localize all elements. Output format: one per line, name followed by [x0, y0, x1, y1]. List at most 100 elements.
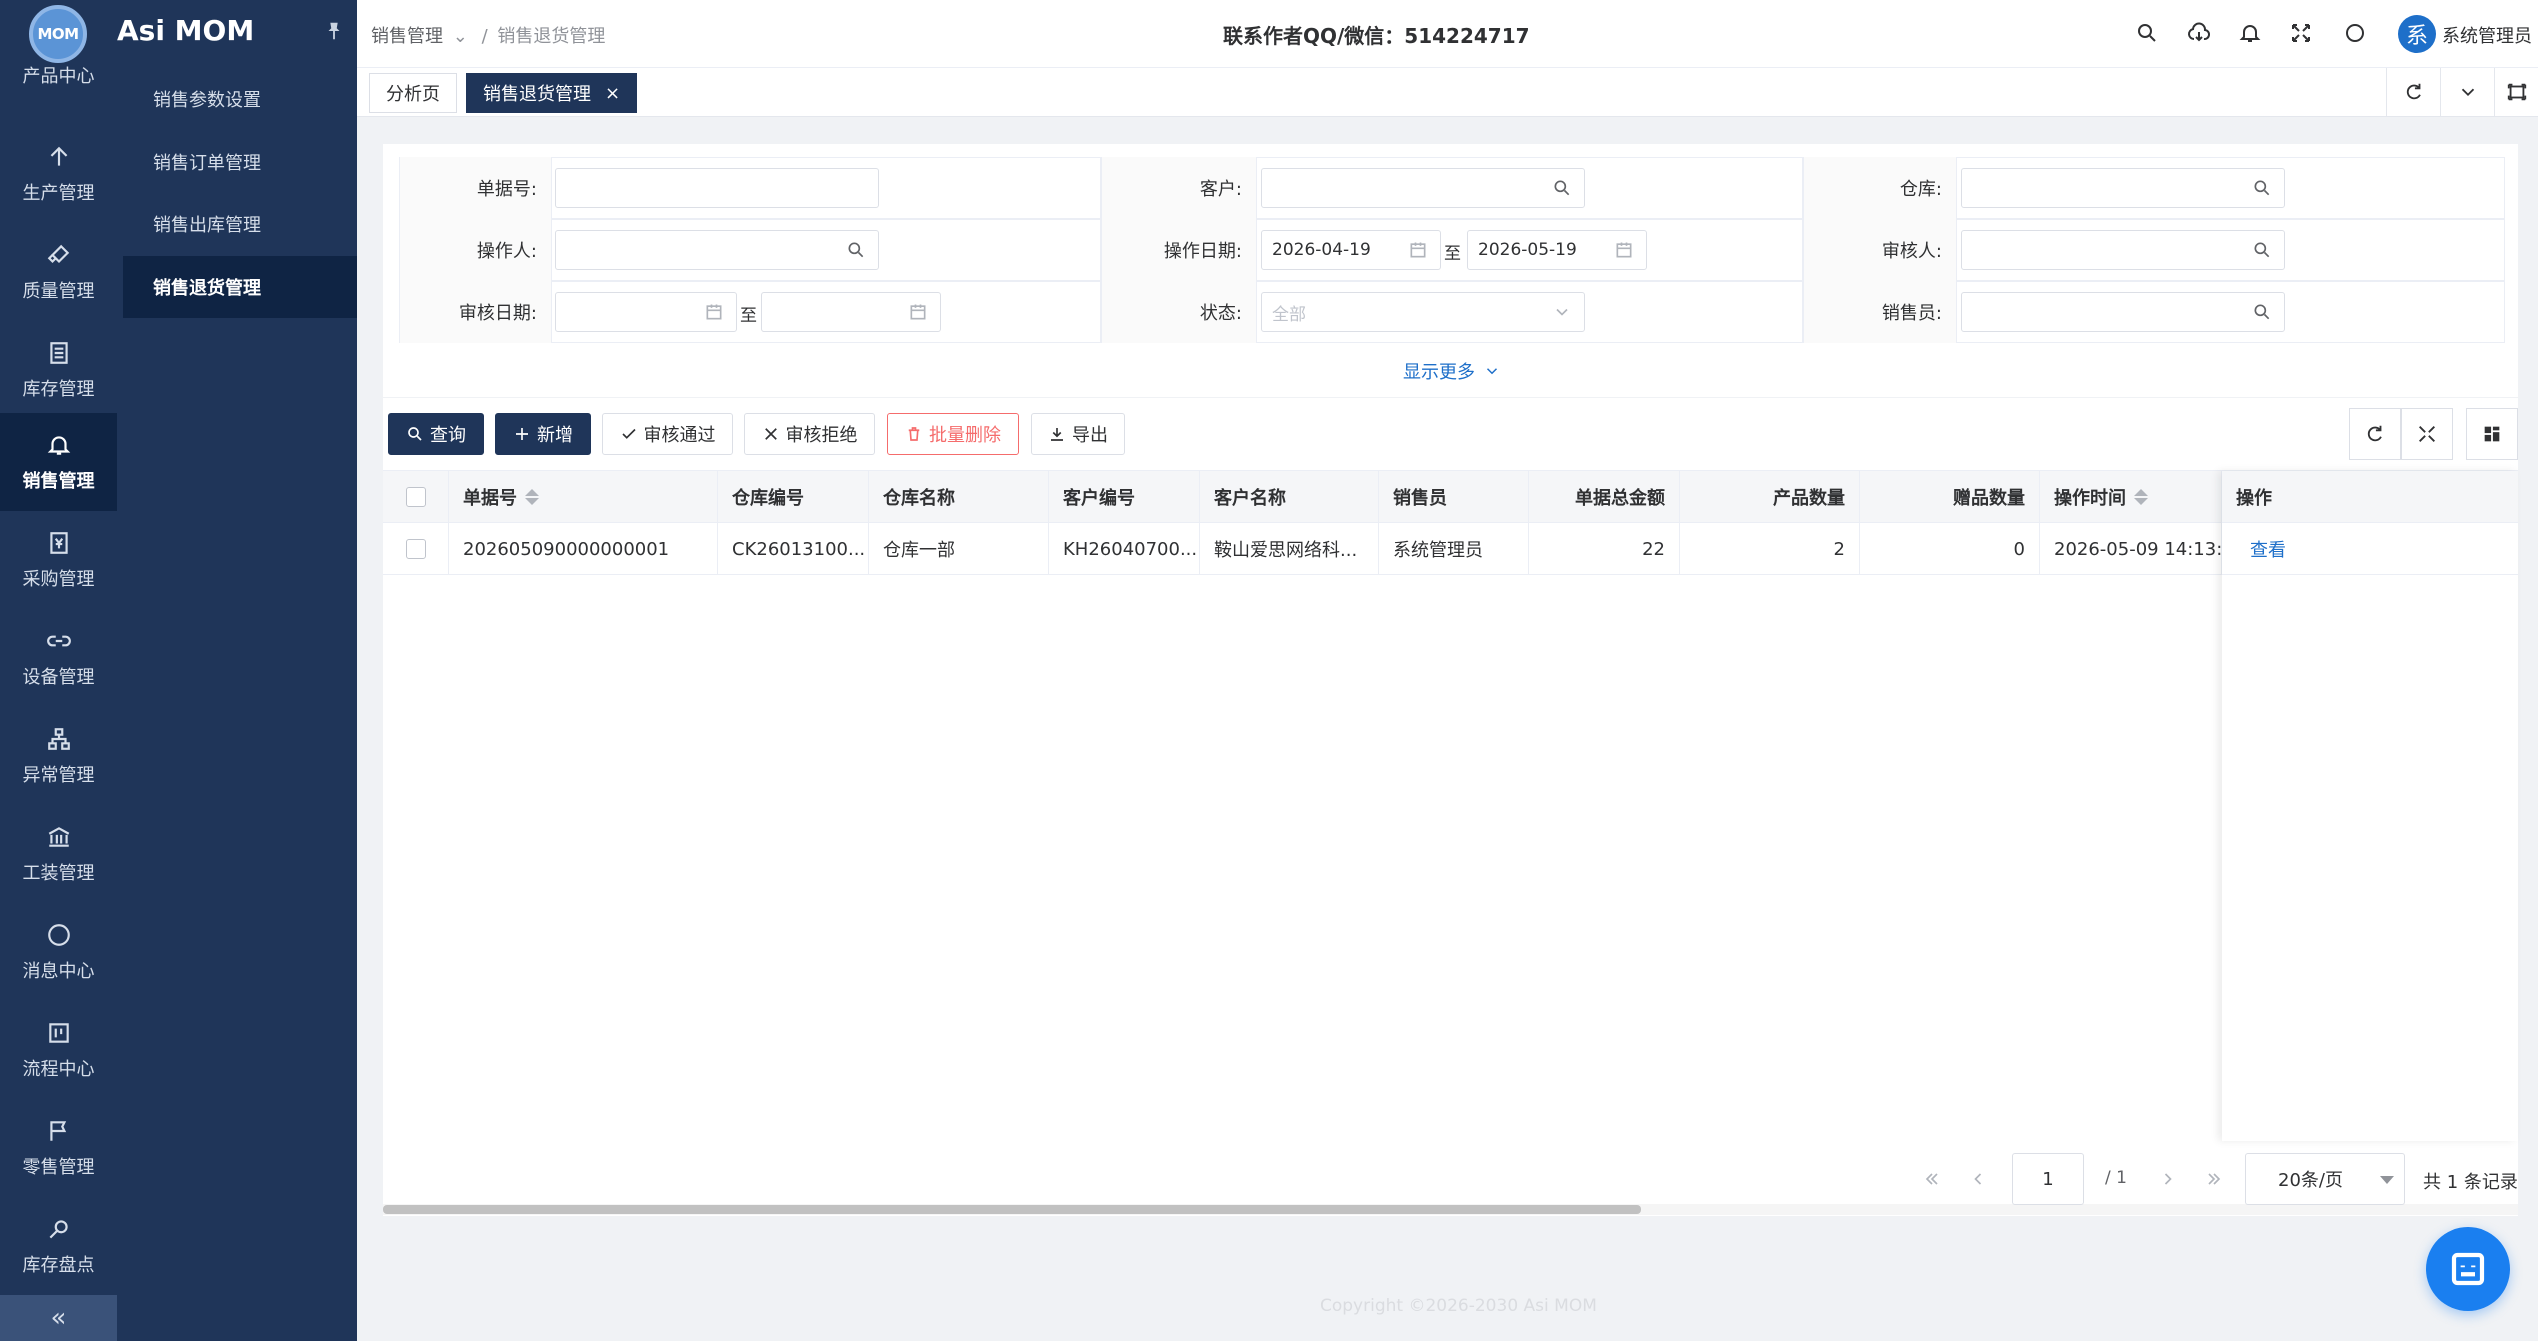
op-date-start-input[interactable]: 2026-04-19 [1261, 230, 1441, 270]
row-checkbox[interactable] [405, 539, 426, 559]
warehouse-input[interactable] [1961, 168, 2285, 208]
reviewer-input[interactable] [1961, 230, 2285, 270]
review-date-end-input[interactable] [761, 292, 941, 332]
tab-sales-returns[interactable]: 销售退货管理 × [466, 73, 638, 113]
search-icon[interactable] [1552, 178, 1572, 198]
range-separator: 至 [740, 306, 757, 326]
form-cell-reviewer: 审核人: [1803, 219, 2505, 281]
col-header-customer-name: 客户名称 [1200, 471, 1379, 523]
rail-item-equipment[interactable]: 设备管理 [0, 609, 117, 707]
calendar-icon [908, 302, 928, 322]
rail-item-purchase[interactable]: 采购管理 [0, 511, 117, 609]
theme-icon[interactable] [2341, 19, 2369, 47]
col-header-warehouse-name: 仓库名称 [869, 471, 1049, 523]
sort-icon[interactable] [525, 489, 539, 505]
app-title-wrap: Asi MOM [117, 14, 357, 54]
page-size-value: 20条/页 [2278, 1170, 2343, 1191]
username[interactable]: 系统管理员 [2442, 22, 2532, 48]
export-button[interactable]: 导出 [1031, 413, 1125, 455]
submenu-item-sales-outbound[interactable]: 销售出库管理 [123, 193, 357, 255]
reviewer-label: 审核人: [1804, 219, 1957, 281]
rail-item-messages[interactable]: 消息中心 [0, 903, 117, 1001]
assistant-bot-button[interactable] [2426, 1227, 2510, 1311]
col-header-doc-no[interactable]: 单据号 [449, 471, 718, 523]
query-button[interactable]: 查询 [388, 413, 484, 455]
rail-item-exception[interactable]: 异常管理 [0, 707, 117, 805]
rail-item-workflow[interactable]: 流程中心 [0, 1001, 117, 1099]
collapse-sidebar-button[interactable]: « [0, 1295, 117, 1341]
cell-salesman: 系统管理员 [1379, 523, 1529, 575]
page-number-input[interactable]: 1 [2012, 1153, 2084, 1205]
first-page-icon[interactable] [1917, 1153, 1947, 1205]
tab-analysis[interactable]: 分析页 [369, 73, 457, 113]
tab-label: 销售退货管理 [483, 84, 591, 105]
batch-delete-button[interactable]: 批量删除 [887, 413, 1019, 455]
fixed-action-column: 操作 查看 [2222, 471, 2518, 1141]
operator-input[interactable] [555, 230, 879, 270]
search-icon[interactable] [2252, 178, 2272, 198]
col-header-salesman: 销售员 [1379, 471, 1529, 523]
show-more-toggle[interactable]: 显示更多 [1403, 358, 1501, 384]
search-icon[interactable] [2133, 19, 2161, 47]
last-page-icon[interactable] [2199, 1153, 2229, 1205]
bell-icon[interactable] [2236, 19, 2264, 47]
customer-input[interactable] [1261, 168, 1585, 208]
review-date-start-input[interactable] [555, 292, 737, 332]
status-select[interactable]: 全部 [1261, 292, 1585, 332]
form-cell-status: 状态: 全部 [1101, 281, 1803, 343]
table-row[interactable]: 202605090000000001 CK26013100... 仓库一部 KH… [383, 523, 2518, 575]
cloud-download-icon[interactable] [2185, 19, 2213, 47]
chevron-down-icon[interactable] [2440, 68, 2494, 116]
robot-icon [2451, 1252, 2485, 1286]
col-header-action: 操作 [2222, 471, 2518, 523]
search-icon[interactable] [2252, 240, 2272, 260]
rail-item-sales[interactable]: 销售管理 [0, 413, 117, 511]
pin-icon[interactable] [323, 20, 345, 42]
add-button[interactable]: 新增 [495, 413, 591, 455]
page-size-select[interactable]: 20条/页 [2245, 1153, 2405, 1205]
rail-item-label: 异常管理 [22, 765, 95, 786]
scrollbar-thumb[interactable] [383, 1205, 1641, 1214]
maximize-icon[interactable] [2494, 68, 2538, 116]
breadcrumb-item-sales[interactable]: 销售管理 [371, 26, 443, 47]
search-icon[interactable] [2252, 302, 2272, 322]
horizontal-scrollbar[interactable] [383, 1204, 2518, 1215]
submenu-item-label: 销售订单管理 [153, 153, 261, 174]
col-header-op-time[interactable]: 操作时间 [2040, 471, 2222, 523]
refresh-tab-icon[interactable] [2386, 68, 2440, 116]
expand-icon[interactable] [2401, 408, 2453, 460]
rail-item-inventory[interactable]: 库存管理 [0, 321, 117, 419]
rail-item-quality[interactable]: 质量管理 [0, 223, 117, 321]
approve-button[interactable]: 审核通过 [602, 413, 733, 455]
download-icon [1051, 428, 1063, 441]
col-header-label: 仓库编号 [732, 488, 804, 509]
query-button-label: 查询 [430, 425, 466, 446]
rail-item-product-center[interactable]: 产品中心 [0, 62, 117, 122]
columns-icon[interactable] [2466, 408, 2518, 460]
rail-item-production[interactable]: 生产管理 [0, 125, 117, 223]
op-date-end-input[interactable]: 2026-05-19 [1467, 230, 1647, 270]
cell-product-qty: 2 [1680, 523, 1860, 575]
salesman-input[interactable] [1961, 292, 2285, 332]
doc-no-input[interactable] [555, 168, 879, 208]
submenu-item-sales-returns[interactable]: 销售退货管理 [123, 256, 357, 318]
prev-page-icon[interactable] [1963, 1153, 1993, 1205]
search-icon[interactable] [846, 240, 866, 260]
rail-item-stocktake[interactable]: 库存盘点 [0, 1197, 117, 1295]
warehouse-label: 仓库: [1804, 157, 1957, 219]
next-page-icon[interactable] [2153, 1153, 2183, 1205]
close-icon[interactable]: × [605, 83, 620, 104]
submenu-item-sales-orders[interactable]: 销售订单管理 [123, 131, 357, 193]
view-link[interactable]: 查看 [2222, 523, 2518, 575]
sort-icon[interactable] [2134, 489, 2148, 505]
rail-item-tooling[interactable]: 工装管理 [0, 805, 117, 903]
fullscreen-icon[interactable] [2287, 19, 2315, 47]
refresh-icon[interactable] [2349, 408, 2401, 460]
reject-button[interactable]: 审核拒绝 [744, 413, 875, 455]
submenu-item-sales-params[interactable]: 销售参数设置 [123, 68, 357, 130]
search-form: 单据号: 客户: 仓库: 操作人: 操作日期: 2026-04-19 至 202… [383, 144, 2518, 397]
rail-item-retail[interactable]: 零售管理 [0, 1099, 117, 1197]
select-all-checkbox[interactable] [405, 487, 426, 507]
rail-item-label: 设备管理 [22, 667, 95, 688]
avatar[interactable]: 系 [2398, 15, 2436, 53]
